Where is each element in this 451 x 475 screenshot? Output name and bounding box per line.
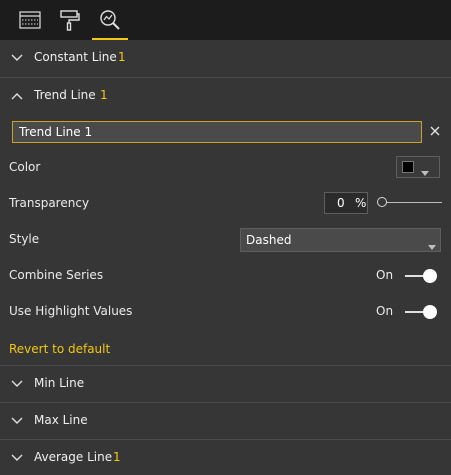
color-picker-button[interactable] [396,156,440,178]
section-title: Max Line [34,413,88,427]
style-label: Style [9,232,40,246]
section-constant-line[interactable]: Constant Line 1 [0,40,451,76]
section-title: Constant Line [34,50,117,64]
chevron-down-icon [10,379,24,389]
style-dropdown[interactable]: Dashed [240,228,441,252]
chevron-up-icon [10,91,24,101]
section-average-line[interactable]: Average Line 1 [0,439,451,475]
color-swatch [402,161,414,173]
section-trend-line[interactable]: Trend Line 1 [0,77,451,113]
combine-series-state: On [376,268,394,282]
chevron-down-icon [10,53,24,63]
section-title: Trend Line [34,88,96,102]
analytics-tab[interactable] [98,8,122,32]
style-selected-value: Dashed [246,233,292,247]
chevron-down-icon [10,416,24,426]
section-count-badge: 1 [100,88,108,102]
chevron-down-icon [421,165,429,176]
section-count-badge: 1 [113,450,121,464]
use-highlight-values-toggle[interactable] [405,305,437,319]
transparency-label: Transparency [9,196,90,210]
section-title: Average Line [34,450,113,464]
section-count-badge: 1 [118,50,126,64]
transparency-slider-track[interactable] [384,202,442,203]
transparency-slider-thumb[interactable] [377,197,387,207]
trend-line-name-input[interactable] [12,121,422,143]
chevron-down-icon [10,453,24,463]
color-label: Color [9,160,41,174]
close-icon[interactable] [428,124,442,138]
percent-unit: % [355,196,367,210]
toggle-knob [423,269,437,283]
format-paint-roller-icon [60,10,80,31]
transparency-value: 0 [337,196,345,210]
format-tab[interactable] [58,8,82,32]
fields-tab[interactable] [18,8,42,32]
section-min-line[interactable]: Min Line [0,365,451,401]
combine-series-toggle[interactable] [405,269,437,283]
section-max-line[interactable]: Max Line [0,402,451,438]
pane-tab-bar [0,0,451,40]
toggle-knob [423,305,437,319]
transparency-input[interactable]: 0 % [324,192,368,214]
analytics-magnifier-icon [100,10,120,30]
chevron-down-icon [428,239,436,250]
fields-table-icon [19,11,41,29]
use-highlight-values-state: On [376,304,394,318]
revert-to-default-link[interactable]: Revert to default [9,342,110,356]
combine-series-label: Combine Series [9,268,104,282]
section-title: Min Line [34,376,85,390]
use-highlight-values-label: Use Highlight Values [9,304,133,318]
